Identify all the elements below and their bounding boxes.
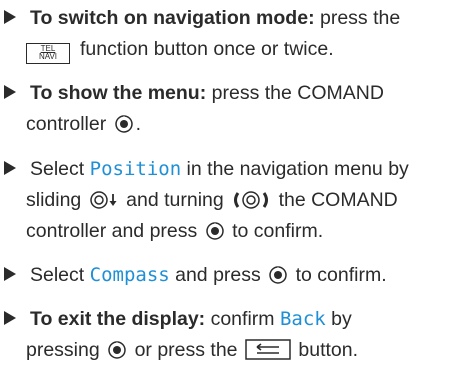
step-text: in the navigation menu by — [181, 158, 409, 180]
controller-press-icon — [114, 115, 133, 133]
controller-turn-icon — [234, 191, 269, 209]
step-text: or press the — [134, 339, 238, 361]
step-heading: To switch on navigation mode: — [30, 7, 315, 29]
step-switch-on-navigation: To switch on navigation mode: press the … — [0, 3, 464, 65]
step-text: press the COMAND — [206, 82, 384, 104]
step-text: confirm — [205, 308, 280, 330]
step-text: Select — [30, 158, 90, 180]
display-term-back: Back — [279, 308, 326, 330]
bullet-arrow-icon — [4, 85, 16, 99]
step-heading: To exit the display: — [30, 308, 206, 330]
step-text: press the — [314, 7, 401, 29]
display-term-compass: Compass — [89, 264, 170, 286]
bullet-arrow-icon — [4, 267, 16, 281]
period: . — [135, 113, 142, 135]
step-text: button. — [298, 339, 359, 361]
bullet-arrow-icon — [4, 10, 16, 24]
step-text: controller and press — [26, 220, 198, 242]
step-heading: To show the menu: — [30, 82, 207, 104]
step-text: the COMAND — [278, 189, 398, 211]
step-text: to confirm. — [232, 220, 324, 242]
step-select-position: Select Position in the navigation menu b… — [0, 154, 464, 247]
back-button-icon — [245, 339, 291, 360]
step-text: pressing — [26, 339, 100, 361]
step-text: and press — [169, 264, 261, 286]
step-exit-display: To exit the display: confirm Back by pre… — [0, 304, 464, 366]
step-text: by — [325, 308, 352, 330]
controller-press-icon — [269, 266, 287, 284]
step-show-menu: To show the menu: press the COMAND contr… — [0, 78, 464, 140]
step-text: Select — [30, 264, 90, 286]
display-term-position: Position — [89, 158, 182, 180]
step-text: controller — [26, 113, 107, 135]
tel-navi-button-icon: TEL NAVI — [26, 43, 70, 64]
step-text: and turning — [126, 189, 224, 211]
controller-press-icon — [108, 341, 126, 359]
bullet-arrow-icon — [4, 161, 16, 175]
key-label-bottom: NAVI — [38, 52, 58, 61]
controller-slide-down-icon — [89, 191, 117, 209]
controller-press-icon — [205, 222, 224, 240]
bullet-arrow-icon — [4, 311, 16, 325]
step-select-compass: Select Compass and press to confirm. — [0, 260, 464, 291]
step-text: function button once or twice. — [80, 38, 334, 60]
step-text: to confirm. — [295, 264, 387, 286]
step-text: sliding — [26, 189, 82, 211]
instruction-list: To switch on navigation mode: press the … — [0, 0, 464, 361]
